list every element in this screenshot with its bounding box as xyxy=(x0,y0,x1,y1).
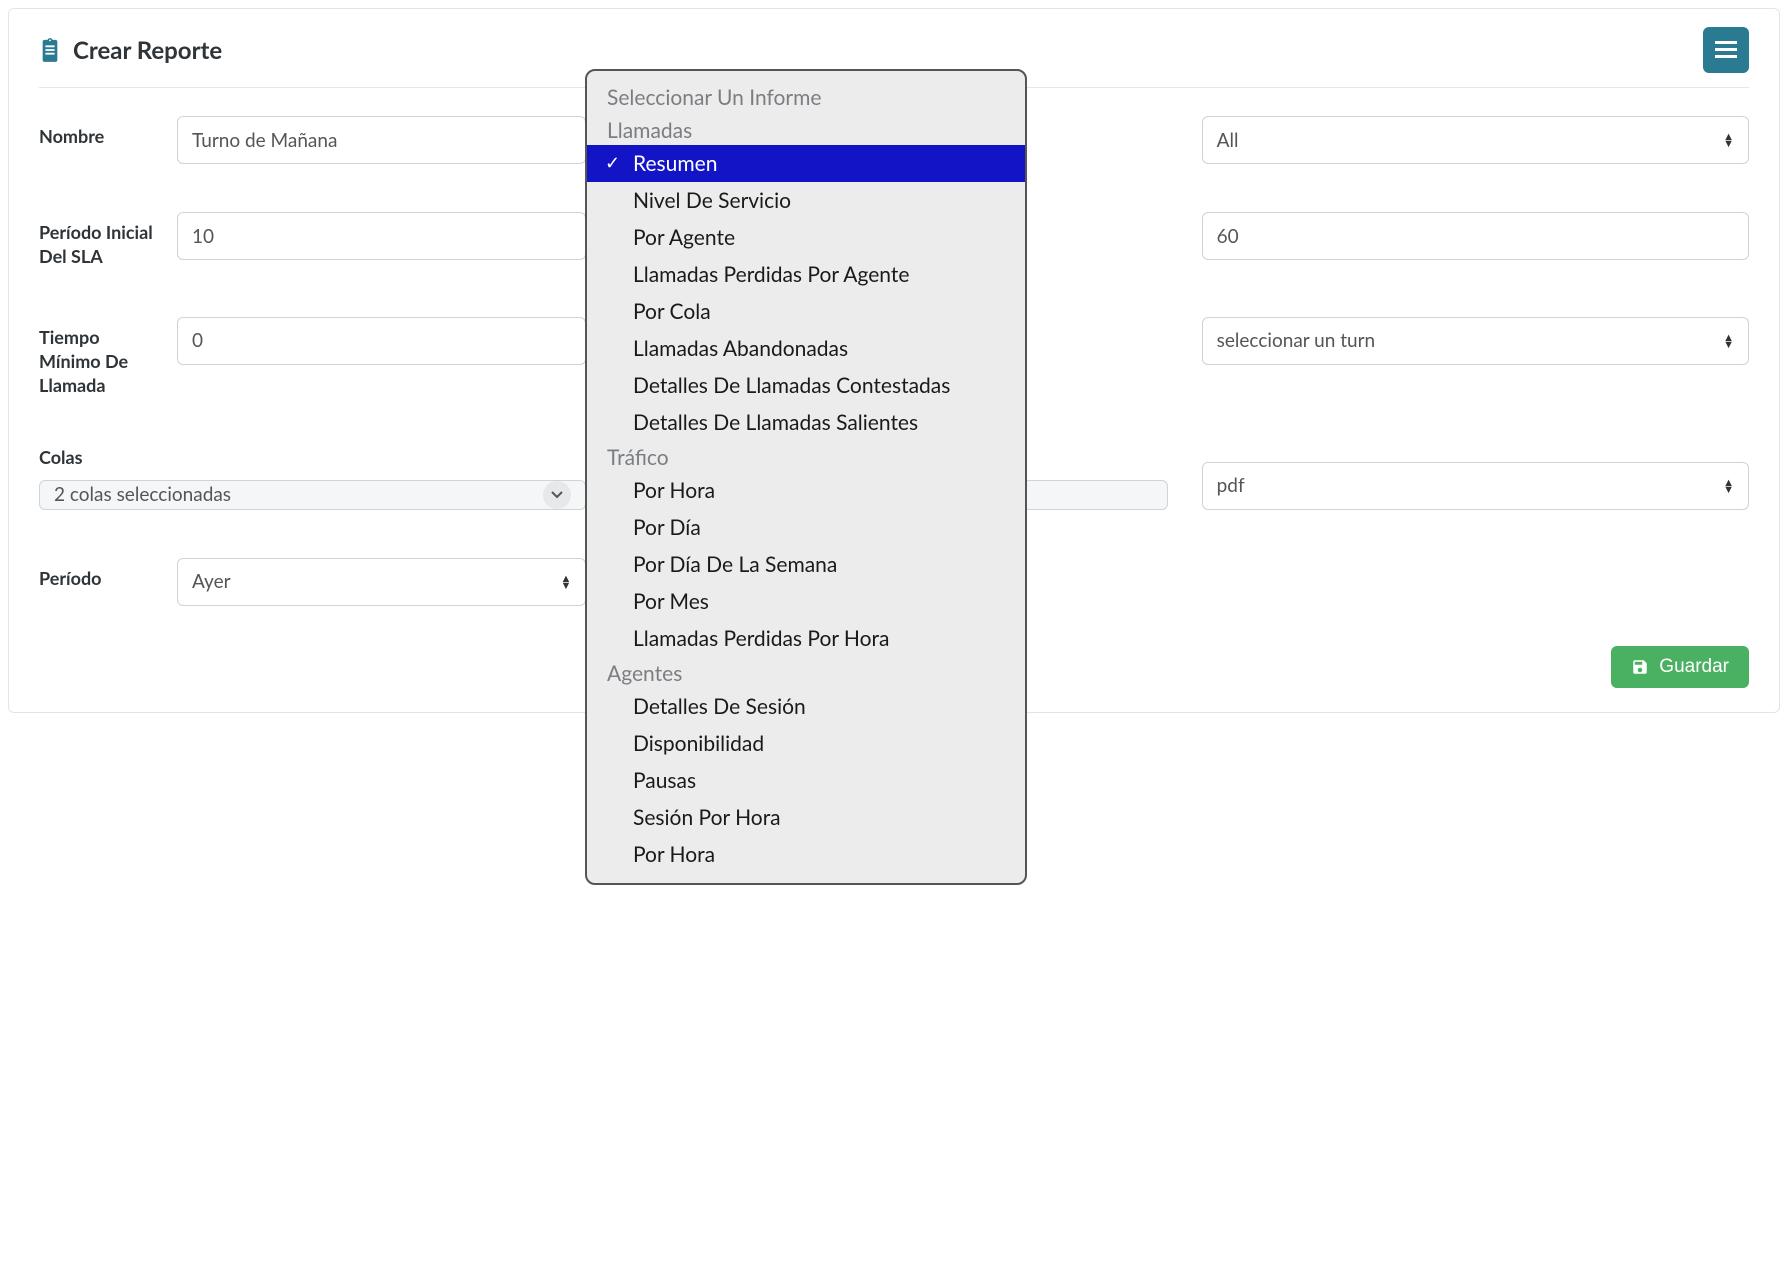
input-sla-inicial[interactable]: 10 xyxy=(177,212,586,260)
select-colas[interactable]: 2 colas seleccionadas xyxy=(39,480,586,510)
dropdown-group-label: Tráfico xyxy=(587,441,1025,472)
field-sla-inicial: Período Inicial Del SLA 10 xyxy=(39,212,586,269)
save-icon xyxy=(1631,658,1649,676)
dropdown-item[interactable]: Llamadas Perdidas Por Agente xyxy=(587,256,1025,293)
input-tiempo-min-llamada-value: 0 xyxy=(192,329,203,352)
dropdown-group-label: Agentes xyxy=(587,657,1025,688)
select-turno-value: seleccionar un turn xyxy=(1217,329,1376,352)
field-turno: seleccionar un turn ▲▼ xyxy=(1202,317,1749,398)
label-tiempo-min-llamada: Tiempo Mínimo De Llamada xyxy=(39,317,159,398)
header-left: Crear Reporte xyxy=(39,36,222,65)
input-sla-intervalo-value: 60 xyxy=(1217,225,1239,248)
field-colas: Colas 2 colas seleccionadas xyxy=(39,445,586,509)
dropdown-item[interactable]: Nivel De Servicio xyxy=(587,182,1025,219)
dropdown-item[interactable]: Por Hora xyxy=(587,472,1025,509)
input-sla-inicial-value: 10 xyxy=(192,225,214,248)
dropdown-item[interactable]: Por Cola xyxy=(587,293,1025,330)
select-all-value: All xyxy=(1217,129,1239,152)
report-dropdown[interactable]: Seleccionar Un Informe LlamadasResumenNi… xyxy=(585,69,1027,885)
label-colas: Colas xyxy=(39,445,83,469)
select-periodo-value: Ayer xyxy=(192,570,231,593)
save-button-label: Guardar xyxy=(1659,656,1729,678)
input-nombre[interactable]: Turno de Mañana xyxy=(177,116,586,164)
select-periodo[interactable]: Ayer ▲▼ xyxy=(177,558,586,606)
dropdown-item[interactable]: Llamadas Abandonadas xyxy=(587,330,1025,367)
field-all-select: All ▲▼ xyxy=(1202,116,1749,164)
label-nombre: Nombre xyxy=(39,116,159,148)
chevron-down-icon xyxy=(543,481,571,509)
input-sla-intervalo[interactable]: 60 xyxy=(1202,212,1749,260)
field-formato: pdf ▲▼ xyxy=(1202,445,1749,509)
dropdown-item[interactable]: Sesión Por Hora xyxy=(587,799,1025,836)
dropdown-item[interactable]: Pausas xyxy=(587,762,1025,799)
dropdown-item[interactable]: Detalles De Llamadas Salientes xyxy=(587,404,1025,441)
dropdown-item[interactable]: Disponibilidad xyxy=(587,725,1025,762)
save-button[interactable]: Guardar xyxy=(1611,646,1749,688)
dropdown-item[interactable]: Por Agente xyxy=(587,219,1025,256)
select-formato[interactable]: pdf ▲▼ xyxy=(1202,462,1749,510)
dropdown-placeholder: Seleccionar Un Informe xyxy=(587,79,1025,114)
hamburger-icon xyxy=(1715,41,1737,59)
label-periodo: Período xyxy=(39,558,159,590)
menu-button[interactable] xyxy=(1703,27,1749,73)
select-all[interactable]: All ▲▼ xyxy=(1202,116,1749,164)
field-nombre: Nombre Turno de Mañana xyxy=(39,116,586,164)
select-colas-value: 2 colas seleccionadas xyxy=(54,483,231,506)
page-title: Crear Reporte xyxy=(73,36,222,65)
sort-caret-icon: ▲▼ xyxy=(1723,479,1734,493)
dropdown-group-label: Llamadas xyxy=(587,114,1025,145)
create-report-card: Crear Reporte Nombre Turno de Mañana Rep… xyxy=(8,8,1780,713)
select-formato-value: pdf xyxy=(1217,474,1245,497)
dropdown-item[interactable]: Detalles De Llamadas Contestadas xyxy=(587,367,1025,404)
sort-caret-icon: ▲▼ xyxy=(560,575,571,589)
field-intervalo-value: 60 xyxy=(1202,212,1749,269)
dropdown-item[interactable]: Por Día xyxy=(587,509,1025,546)
dropdown-item[interactable]: Resumen xyxy=(587,145,1025,182)
sort-caret-icon: ▲▼ xyxy=(1723,133,1734,147)
dropdown-item[interactable]: Llamadas Perdidas Por Hora xyxy=(587,620,1025,657)
dropdown-item[interactable]: Por Día De La Semana xyxy=(587,546,1025,583)
sort-caret-icon: ▲▼ xyxy=(1723,334,1734,348)
clipboard-icon xyxy=(39,37,61,63)
field-tiempo-min-llamada: Tiempo Mínimo De Llamada 0 xyxy=(39,317,586,398)
label-sla-inicial: Período Inicial Del SLA xyxy=(39,212,159,269)
input-nombre-value: Turno de Mañana xyxy=(192,129,337,152)
input-tiempo-min-llamada[interactable]: 0 xyxy=(177,317,586,365)
dropdown-item[interactable]: Por Mes xyxy=(587,583,1025,620)
select-turno[interactable]: seleccionar un turn ▲▼ xyxy=(1202,317,1749,365)
dropdown-item[interactable]: Por Hora xyxy=(587,836,1025,873)
dropdown-item[interactable]: Detalles De Sesión xyxy=(587,688,1025,725)
field-periodo: Período Ayer ▲▼ xyxy=(39,558,586,606)
